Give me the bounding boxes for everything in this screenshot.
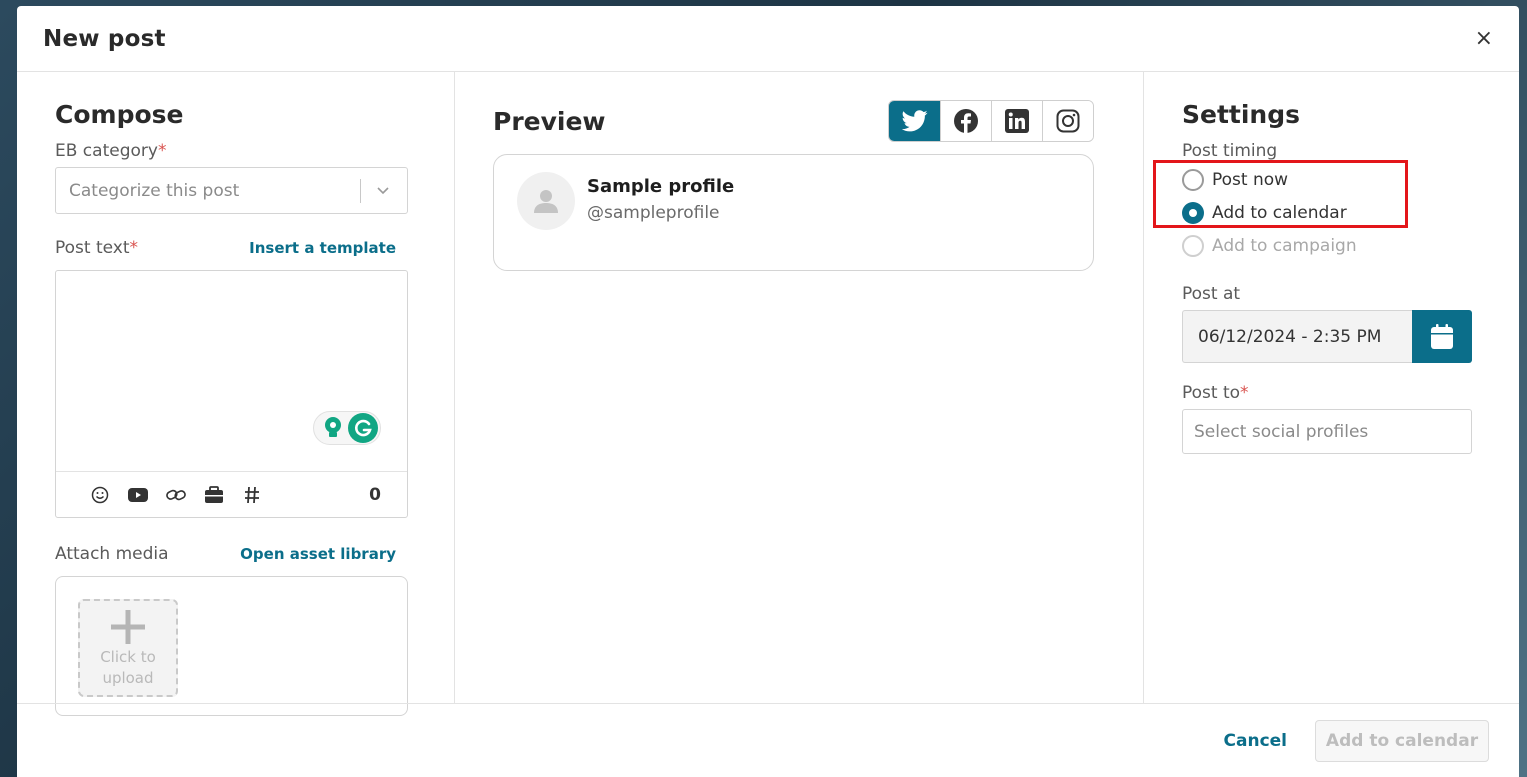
upload-text-line2: upload: [102, 669, 154, 687]
category-placeholder: Categorize this post: [69, 180, 240, 201]
open-asset-library-link[interactable]: Open asset library: [240, 545, 396, 563]
post-at-field: 06/12/2024 - 2:35 PM: [1182, 310, 1472, 363]
post-text-label: Post text*: [55, 238, 139, 258]
modal-header: New post ×: [17, 6, 1519, 72]
compose-panel: Compose EB category* Categorize this pos…: [17, 72, 455, 716]
compose-title: Compose: [55, 100, 184, 129]
grammarly-widget[interactable]: [313, 411, 381, 445]
post-timing-label: Post timing: [1182, 141, 1278, 161]
preview-card: Sample profile @sampleprofile: [493, 154, 1094, 271]
post-to-label: Post to*: [1182, 383, 1249, 403]
char-count: 0: [369, 484, 381, 505]
post-text-field[interactable]: 0: [55, 270, 408, 518]
attach-media-label-row: Attach media Open asset library: [55, 544, 408, 564]
preview-panel: Preview Sample profile @sampleprofile: [455, 72, 1144, 703]
profile-name: Sample profile: [587, 176, 735, 197]
radio-button-disabled[interactable]: [1182, 234, 1204, 257]
network-tabs: [888, 100, 1094, 142]
emoji-icon[interactable]: [90, 485, 110, 505]
tab-instagram[interactable]: [1042, 101, 1093, 141]
calendar-button[interactable]: [1412, 310, 1472, 363]
hashtag-icon[interactable]: [242, 485, 262, 505]
social-profiles-select[interactable]: Select social profiles: [1182, 409, 1472, 454]
cancel-button[interactable]: Cancel: [1224, 731, 1287, 751]
add-to-calendar-button[interactable]: Add to calendar: [1315, 719, 1489, 762]
upload-button[interactable]: Click to upload: [78, 599, 178, 697]
calendar-icon: [1431, 323, 1453, 349]
instagram-icon: [1056, 109, 1080, 133]
category-label: EB category*: [55, 141, 167, 161]
upload-text: Click to upload: [100, 647, 156, 689]
post-at-label: Post at: [1182, 284, 1241, 304]
post-at-input[interactable]: 06/12/2024 - 2:35 PM: [1182, 310, 1412, 363]
post-text-toolbar: 0: [56, 471, 407, 517]
tab-twitter[interactable]: [889, 101, 940, 141]
chevron-down-icon: [375, 182, 391, 202]
lightbulb-icon[interactable]: [320, 415, 346, 441]
tab-linkedin[interactable]: [991, 101, 1042, 141]
highlight-annotation: [1153, 160, 1408, 228]
insert-template-link[interactable]: Insert a template: [249, 239, 396, 257]
briefcase-icon[interactable]: [204, 485, 224, 505]
modal-title: New post: [43, 25, 166, 52]
attach-media-label: Attach media: [55, 544, 169, 564]
profile-handle: @sampleprofile: [587, 203, 720, 223]
post-text-label-row: Post text* Insert a template: [55, 238, 408, 258]
upload-text-line1: Click to: [100, 648, 156, 666]
link-icon[interactable]: [166, 485, 186, 505]
category-select[interactable]: Categorize this post: [55, 167, 408, 214]
twitter-icon: [901, 110, 928, 132]
facebook-icon: [954, 109, 978, 133]
grammarly-logo-icon[interactable]: [348, 413, 378, 443]
radio-add-to-campaign[interactable]: Add to campaign: [1182, 229, 1519, 262]
avatar: [517, 172, 575, 230]
select-separator: [360, 179, 361, 203]
modal-footer: Cancel Add to calendar: [17, 703, 1519, 777]
close-icon[interactable]: ×: [1475, 27, 1493, 50]
plus-icon: [111, 610, 145, 644]
profile-info: Sample profile @sampleprofile: [587, 172, 734, 223]
settings-title: Settings: [1182, 100, 1301, 129]
user-icon: [534, 190, 558, 213]
preview-header: Preview: [493, 100, 1094, 142]
tab-facebook[interactable]: [940, 101, 991, 141]
new-post-modal: New post × Compose EB category* Categori…: [17, 6, 1519, 777]
youtube-icon[interactable]: [128, 485, 148, 505]
linkedin-icon: [1005, 109, 1029, 133]
radio-label: Add to campaign: [1212, 235, 1357, 256]
preview-title: Preview: [493, 106, 606, 136]
media-upload-area: Click to upload: [55, 576, 408, 716]
